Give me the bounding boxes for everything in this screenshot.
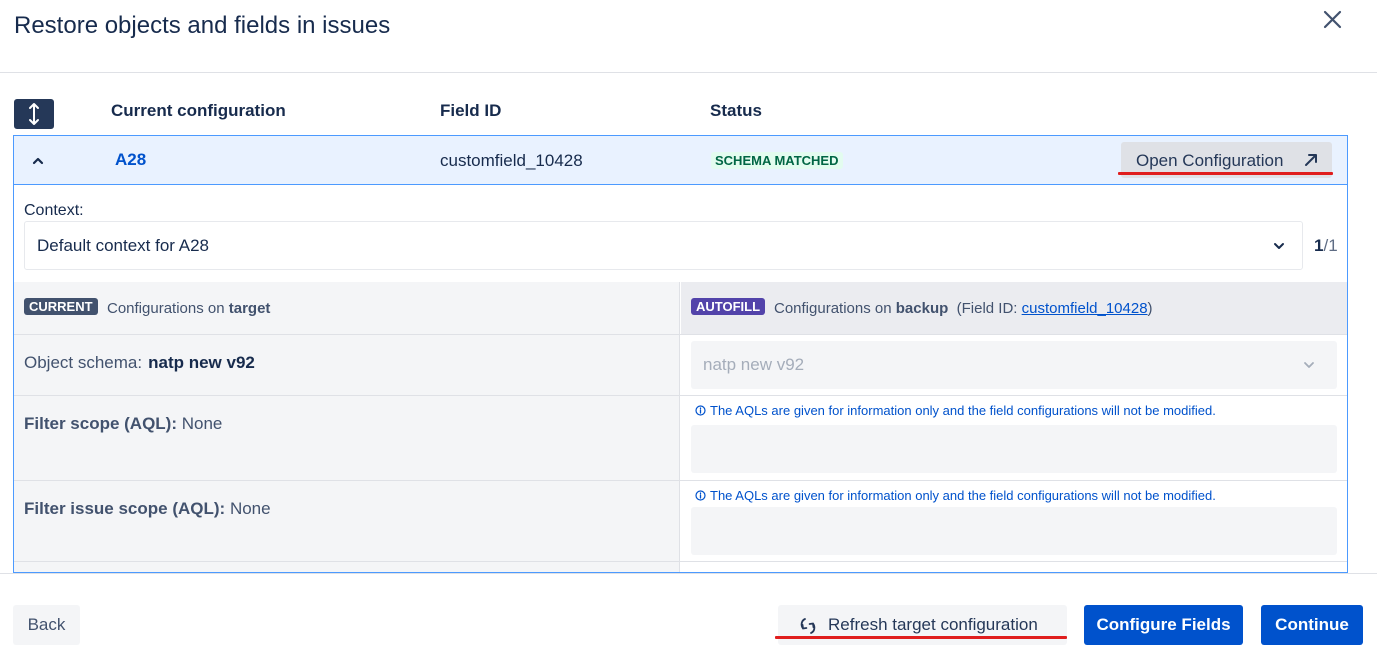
status-badge: SCHEMA MATCHED	[711, 152, 843, 169]
pager-total: /1	[1323, 236, 1338, 255]
close-icon	[1323, 10, 1342, 29]
autofill-lozenge: AUTOFILL	[691, 298, 766, 315]
row-divider	[14, 480, 1347, 481]
configuration-panel: A28 customfield_10428 SCHEMA MATCHED Ope…	[13, 135, 1348, 573]
aql-info-note: The AQLs are given for information only …	[695, 403, 1216, 418]
collapse-row-button[interactable]	[30, 154, 46, 168]
chevron-up-icon	[32, 157, 44, 165]
chevron-down-icon	[1304, 362, 1314, 368]
refresh-label: Refresh target configuration	[828, 615, 1038, 634]
context-select[interactable]: Default context for A28	[24, 221, 1303, 270]
expand-vertical-icon	[29, 103, 39, 125]
filter-scope-row: Filter scope (AQL): None	[24, 414, 222, 434]
context-pager: 1/1	[1314, 236, 1338, 256]
expand-collapse-all-button[interactable]	[14, 99, 54, 129]
configuration-name-link[interactable]: A28	[115, 150, 146, 170]
column-header-status: Status	[710, 101, 762, 120]
object-schema-value: natp new v92	[148, 353, 255, 372]
autofill-header: AUTOFILL Configurations on backup (Field…	[681, 282, 1347, 334]
dialog-footer: Back Refresh target configuration Config…	[0, 573, 1377, 657]
filter-scope-value: None	[181, 414, 223, 433]
object-schema-row: Object schema: natp new v92	[24, 353, 255, 373]
external-link-icon	[1305, 154, 1317, 166]
row-divider	[14, 561, 1347, 562]
column-header-configuration: Current configuration	[111, 101, 286, 120]
object-schema-label: Object schema:	[24, 353, 143, 372]
autofill-field-id-suffix: )	[1147, 300, 1153, 317]
refresh-icon	[800, 618, 816, 634]
filter-issue-scope-label: Filter issue scope (AQL):	[24, 499, 226, 518]
autofill-column: AUTOFILL Configurations on backup (Field…	[681, 282, 1347, 572]
configure-fields-button[interactable]: Configure Fields	[1084, 605, 1243, 645]
aql-info-text: The AQLs are given for information only …	[710, 403, 1216, 418]
filter-issue-scope-value: None	[229, 499, 271, 518]
info-icon	[695, 405, 706, 416]
backup-schema-value: natp new v92	[703, 355, 805, 374]
autofill-header-text: Configurations on backup (Field ID: cust…	[774, 300, 1153, 317]
dialog-title: Restore objects and fields in issues	[14, 12, 391, 39]
current-column: CURRENT Configurations on target Object …	[14, 282, 680, 572]
context-label: Context:	[24, 202, 84, 219]
open-configuration-label: Open Configuration	[1136, 151, 1284, 170]
current-header-text: Configurations on target	[107, 300, 270, 317]
autofill-field-id-link[interactable]: customfield_10428	[1022, 300, 1148, 317]
backup-schema-select: natp new v92	[691, 341, 1337, 389]
column-header-field-id: Field ID	[440, 101, 502, 120]
context-select-value: Default context for A28	[37, 236, 209, 255]
refresh-target-configuration-button[interactable]: Refresh target configuration	[778, 605, 1067, 645]
row-divider	[14, 334, 1347, 335]
autofill-header-target: backup	[895, 300, 949, 317]
autofill-header-prefix: Configurations on	[774, 300, 892, 317]
comparison-grid: CURRENT Configurations on target Object …	[14, 282, 1347, 572]
filter-scope-aql-box	[691, 425, 1337, 473]
filter-issue-scope-row: Filter issue scope (AQL): None	[24, 499, 271, 519]
filter-issue-scope-aql-box	[691, 507, 1337, 555]
info-icon	[695, 490, 706, 501]
current-lozenge: CURRENT	[24, 298, 98, 315]
current-header-prefix: Configurations on	[107, 300, 225, 317]
continue-button[interactable]: Continue	[1261, 605, 1363, 645]
dialog-header: Restore objects and fields in issues	[0, 0, 1377, 73]
highlight-underline-refresh	[775, 636, 1067, 639]
field-id-value: customfield_10428	[440, 151, 583, 170]
highlight-underline-open	[1118, 172, 1333, 175]
row-divider	[14, 395, 1347, 396]
autofill-field-id-prefix: (Field ID:	[956, 300, 1018, 317]
aql-info-note: The AQLs are given for information only …	[695, 488, 1216, 503]
chevron-down-icon	[1274, 243, 1284, 249]
aql-info-text: The AQLs are given for information only …	[710, 488, 1216, 503]
current-header-target: target	[228, 300, 271, 317]
filter-scope-label: Filter scope (AQL):	[24, 414, 178, 433]
close-button[interactable]	[1318, 4, 1348, 34]
configuration-row: A28 customfield_10428 SCHEMA MATCHED Ope…	[14, 136, 1347, 185]
back-button[interactable]: Back	[13, 605, 80, 645]
